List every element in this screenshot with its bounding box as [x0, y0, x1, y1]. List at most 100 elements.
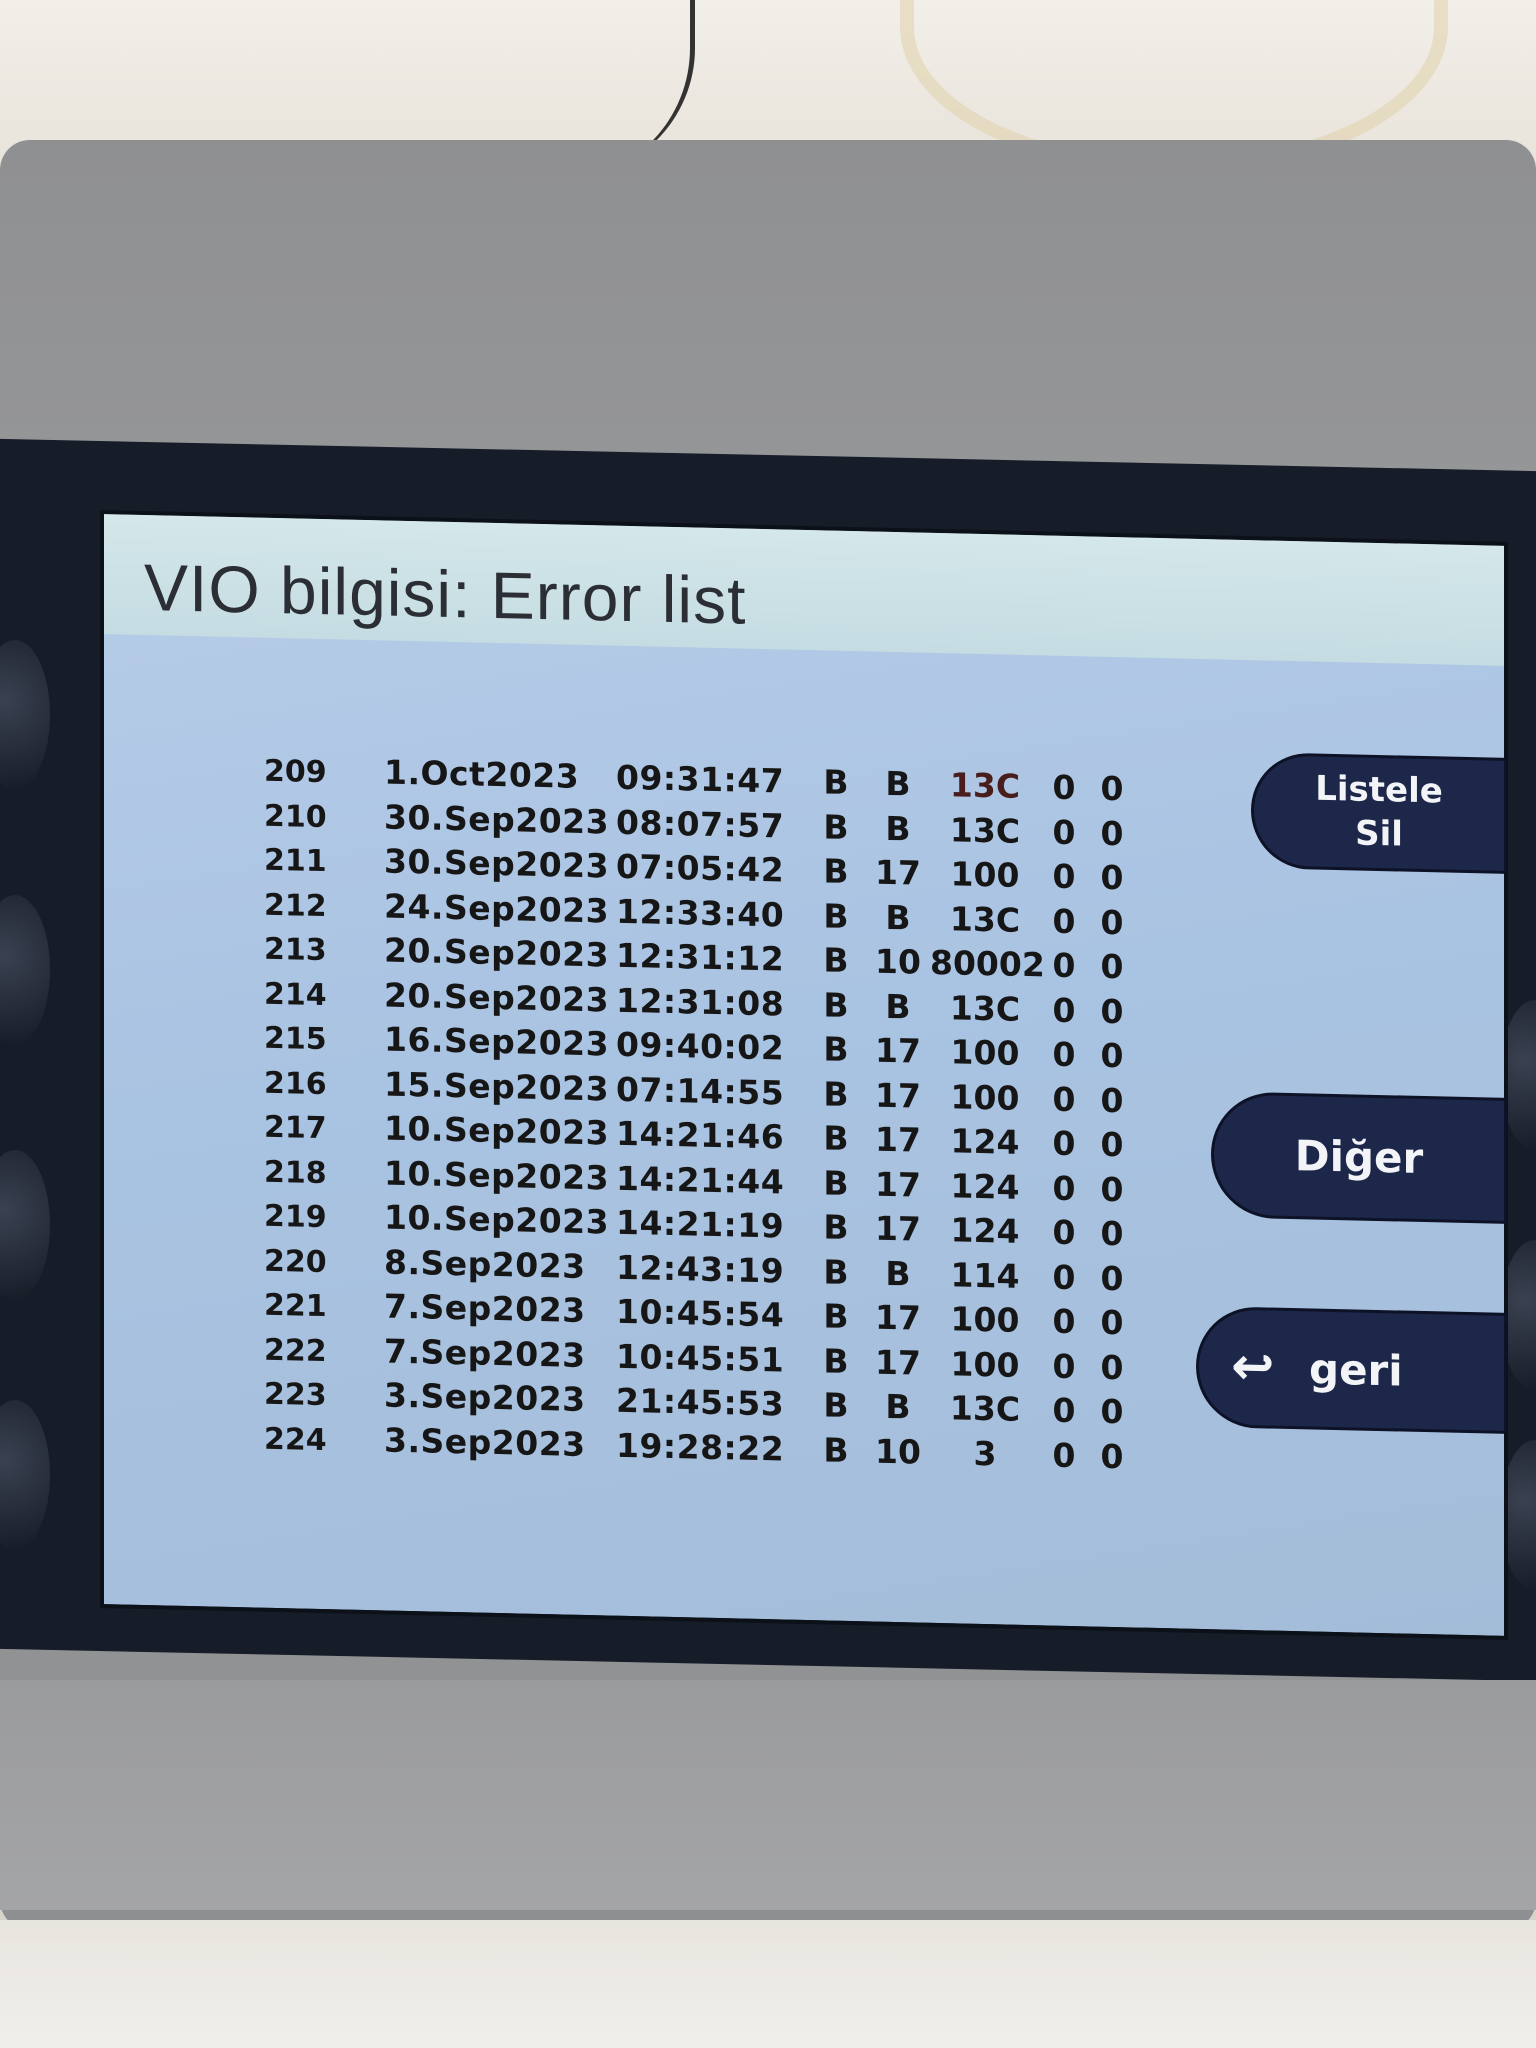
list-item-num: 211: [264, 842, 327, 880]
list-item-f3: 100: [950, 1032, 1020, 1073]
list-item-time: 08:07:57: [616, 802, 785, 846]
list-item-f4: 0: [1052, 767, 1076, 808]
list-item-date: 10.Sep2023: [384, 1108, 610, 1153]
list-item-num: 224: [264, 1421, 327, 1458]
list-item-f4: 0: [1052, 1034, 1076, 1075]
list-item-time: 12:31:12: [616, 935, 785, 979]
list-item-f3: 80002: [930, 942, 1045, 985]
list-item-num: 223: [264, 1376, 327, 1414]
list-item-f5: 0: [1100, 857, 1124, 898]
list-item-f5: 0: [1100, 813, 1124, 853]
list-item-f5: 0: [1100, 1124, 1124, 1165]
list-item-date: 1.Oct2023: [384, 752, 580, 796]
list-item-f3: 13C: [949, 987, 1021, 1029]
list-item-date: 8.Sep2023: [384, 1241, 586, 1286]
list-item-f1: B: [823, 1118, 849, 1158]
list-item-date: 30.Sep2023: [384, 841, 610, 886]
list-item-num: 218: [264, 1154, 327, 1191]
list-item-f5: 0: [1100, 1347, 1124, 1387]
list-item-f1: B: [823, 762, 849, 802]
list-item-f3: 13C: [949, 765, 1021, 806]
list-item-num: 221: [264, 1287, 327, 1325]
list-item-time: 09:31:47: [616, 757, 785, 801]
list-item-f3: 100: [950, 1343, 1020, 1385]
list-item-date: 7.Sep2023: [384, 1330, 586, 1375]
list-item-f4: 0: [1052, 1346, 1076, 1386]
list-item-date: 30.Sep2023: [384, 796, 610, 842]
list-item-f2: B: [885, 763, 911, 804]
list-item-f4: 0: [1052, 1435, 1076, 1475]
list-item-f1: B: [823, 851, 849, 891]
list-item-time: 12:31:08: [616, 980, 785, 1024]
list-item-time: 12:43:19: [616, 1247, 785, 1291]
list-item-f1: B: [823, 1162, 849, 1203]
list-item-num: 214: [264, 976, 327, 1013]
list-item-f5: 0: [1100, 1213, 1124, 1254]
list-item-f1: B: [823, 940, 849, 980]
list-item-f3: 100: [950, 1076, 1020, 1118]
list-item-f5: 0: [1100, 946, 1124, 987]
list-item-time: 10:45:51: [616, 1336, 785, 1380]
list-item-f3: 100: [950, 854, 1020, 895]
list-item-date: 3.Sep2023: [384, 1375, 586, 1420]
list-item-f1: B: [823, 1385, 849, 1425]
list-item-num: 220: [264, 1243, 327, 1280]
list-item-f5: 0: [1100, 1258, 1124, 1298]
list-item-f4: 0: [1052, 812, 1076, 852]
list-item-date: 7.Sep2023: [384, 1286, 586, 1331]
list-item-f1: B: [823, 1296, 849, 1336]
list-item-f2: B: [885, 1253, 911, 1293]
clear-list-softkey[interactable]: Listele Sil: [1254, 755, 1504, 871]
list-item-time: 14:21:44: [616, 1158, 785, 1202]
list-item-f2: 17: [875, 1119, 921, 1160]
error-list: 209 1.Oct2023 09:31:47 B B 13C 0 0 210 30.Sep2023…: [264, 750, 1244, 1484]
list-item-f5: 0: [1100, 991, 1124, 1031]
list-item-f5: 0: [1100, 1169, 1124, 1209]
display-screen: VIO bilgisi: Error list 209 1.Oct2023 09:3…: [100, 510, 1508, 1640]
list-item-f2: B: [885, 986, 911, 1026]
list-item-f1: B: [823, 1340, 849, 1381]
list-item-f5: 0: [1100, 768, 1124, 809]
list-item-f5: 0: [1100, 1035, 1124, 1076]
device-lower-housing: [0, 1680, 1536, 1910]
list-item-f5: 0: [1100, 1391, 1124, 1432]
list-item-date: 15.Sep2023: [384, 1063, 610, 1109]
list-item-f4: 0: [1052, 990, 1076, 1030]
list-item-num: 212: [264, 887, 327, 924]
list-item-num: 217: [264, 1109, 327, 1147]
list-item-f4: 0: [1052, 1079, 1076, 1119]
list-item-num: 216: [264, 1065, 327, 1102]
list-item-f4: 0: [1052, 1257, 1076, 1297]
list-item-f1: B: [823, 1029, 849, 1069]
list-item-f3: 13C: [949, 898, 1021, 940]
list-item-date: 3.Sep2023: [384, 1419, 586, 1464]
list-item-f1: B: [823, 1429, 849, 1470]
list-item-f5: 0: [1100, 1080, 1124, 1120]
back-softkey[interactable]: ↩ geri: [1199, 1308, 1504, 1431]
list-item-f2: 17: [875, 1075, 921, 1116]
clear-list-label-line1: Listele: [1315, 768, 1443, 812]
list-item-f1: B: [823, 1251, 849, 1292]
list-item-time: 07:14:55: [616, 1069, 785, 1113]
list-item-f3: 124: [950, 1165, 1020, 1207]
list-item-f3: 13C: [949, 1388, 1021, 1429]
list-item-f2: B: [885, 1386, 911, 1427]
list-item-f2: 17: [875, 1030, 921, 1071]
list-item-f2: B: [885, 897, 911, 937]
list-item-f2: 10: [875, 1431, 921, 1472]
back-softkey-label: geri: [1309, 1344, 1403, 1396]
list-item-f4: 0: [1052, 1123, 1076, 1164]
list-item-time: 14:21:19: [616, 1202, 785, 1246]
list-item-num: 210: [264, 798, 327, 835]
list-item-f5: 0: [1100, 1302, 1124, 1343]
list-item-f1: B: [823, 984, 849, 1025]
list-item-f4: 0: [1052, 901, 1076, 941]
list-item-f2: 10: [875, 941, 921, 982]
list-item-f3: 114: [950, 1254, 1020, 1296]
other-softkey[interactable]: Diğer: [1214, 1094, 1504, 1221]
list-item-time: 14:21:46: [616, 1113, 785, 1157]
list-item-date: 24.Sep2023: [384, 885, 610, 931]
list-item-f2: 17: [875, 1208, 921, 1249]
list-item-f2: 17: [875, 1164, 921, 1205]
list-item-f4: 0: [1052, 1212, 1076, 1253]
